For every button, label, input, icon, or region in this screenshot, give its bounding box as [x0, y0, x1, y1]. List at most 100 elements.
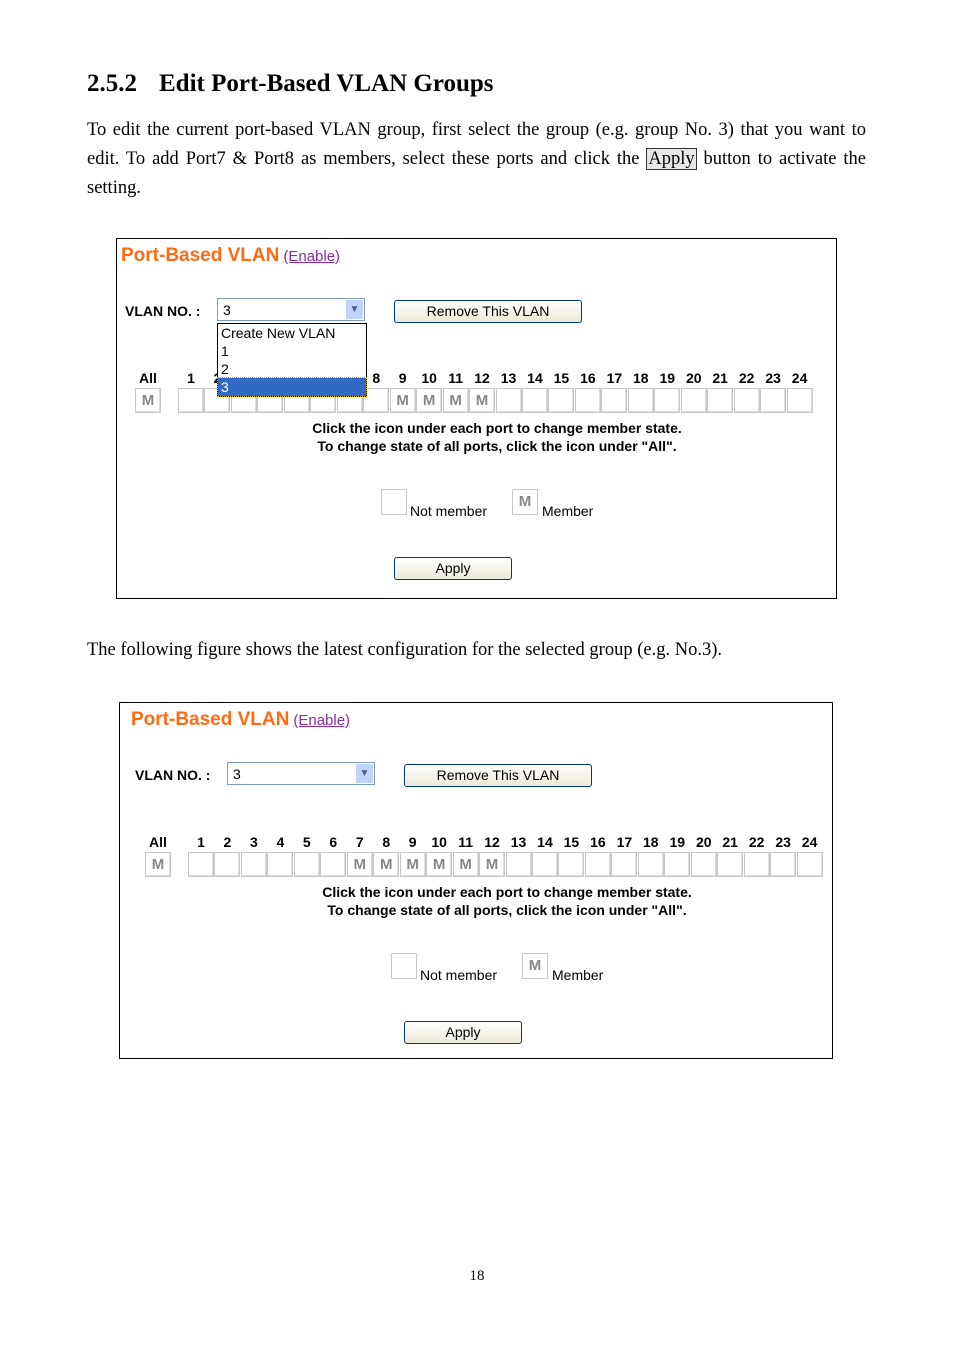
- port-label: 3: [250, 834, 258, 850]
- port-label: 18: [643, 834, 659, 850]
- port-24-member-toggle[interactable]: [796, 852, 823, 877]
- port-16-member-toggle[interactable]: [574, 388, 601, 413]
- all-member-toggle[interactable]: M: [145, 852, 171, 877]
- port-9-member-toggle[interactable]: M: [389, 388, 416, 413]
- section-number: 2.5.2: [87, 70, 137, 97]
- member-legend-label: Member: [552, 967, 604, 983]
- port-24-member-toggle[interactable]: [786, 388, 813, 413]
- panel-title: Port-Based VLAN (Enable): [121, 245, 340, 267]
- chevron-down-icon[interactable]: ▼: [356, 764, 373, 783]
- vlan-option[interactable]: 2: [218, 360, 366, 378]
- title-text: Port-Based VLAN: [131, 709, 290, 730]
- port-19-member-toggle[interactable]: [664, 852, 691, 877]
- port-label: 24: [801, 834, 818, 850]
- instruction-2: To change state of all ports, click the …: [327, 902, 687, 918]
- port-13-member-toggle[interactable]: [495, 388, 522, 413]
- apply-reference: Apply: [646, 148, 697, 170]
- port-label: 22: [738, 370, 755, 386]
- port-label: 2: [223, 834, 232, 850]
- port-15-member-toggle[interactable]: [558, 852, 585, 877]
- port-label: 8: [382, 834, 391, 850]
- port-17-member-toggle[interactable]: [611, 852, 638, 877]
- port-23-member-toggle[interactable]: [760, 388, 787, 413]
- port-19-member-toggle[interactable]: [654, 388, 681, 413]
- port-label: 23: [765, 370, 781, 386]
- vlan-select[interactable]: 3 ▼: [227, 762, 375, 785]
- remove-vlan-button[interactable]: Remove This VLAN: [394, 300, 582, 323]
- port-10-member-toggle[interactable]: M: [416, 388, 443, 413]
- instruction-1: Click the icon under each port to change…: [312, 420, 682, 436]
- selected-value: 3: [223, 302, 231, 318]
- enable-link[interactable]: (Enable): [283, 248, 340, 265]
- port-6-member-toggle[interactable]: [320, 852, 347, 877]
- chevron-down-icon[interactable]: ▼: [346, 300, 363, 319]
- port-8-member-toggle[interactable]: M: [373, 852, 400, 877]
- port-20-member-toggle[interactable]: [680, 388, 707, 413]
- port-22-member-toggle[interactable]: [733, 388, 760, 413]
- port-label: 21: [722, 834, 738, 850]
- all-label: All: [149, 834, 167, 850]
- port-label: 14: [527, 370, 543, 386]
- port-label: 1: [187, 370, 195, 386]
- instruction-1: Click the icon under each port to change…: [322, 884, 692, 900]
- vlan-option[interactable]: 1: [218, 342, 366, 360]
- port-2-member-toggle[interactable]: [214, 852, 241, 877]
- vlan-no-label: VLAN NO. :: [125, 303, 201, 319]
- port-label: 9: [408, 834, 417, 850]
- selected-value: 3: [233, 766, 241, 782]
- port-18-member-toggle[interactable]: [637, 852, 664, 877]
- port-label: 10: [421, 370, 437, 386]
- port-21-member-toggle[interactable]: [707, 388, 734, 413]
- vlan-option[interactable]: 3: [217, 377, 367, 397]
- port-label: 24: [791, 370, 808, 386]
- port-4-member-toggle[interactable]: [267, 852, 294, 877]
- port-12-member-toggle[interactable]: M: [479, 852, 506, 877]
- port-12-member-toggle[interactable]: M: [469, 388, 496, 413]
- port-17-member-toggle[interactable]: [601, 388, 628, 413]
- port-9-member-toggle[interactable]: M: [399, 852, 426, 877]
- all-member-toggle[interactable]: M: [135, 388, 161, 413]
- port-label: 13: [500, 370, 517, 386]
- port-20-member-toggle[interactable]: [690, 852, 717, 877]
- port-label: 16: [580, 370, 596, 386]
- port-10-member-toggle[interactable]: M: [426, 852, 453, 877]
- enable-link[interactable]: (Enable): [293, 712, 350, 729]
- port-label: 21: [712, 370, 728, 386]
- figure-1: Port-Based VLAN (Enable) VLAN NO. : 3 ▼ Re…: [116, 238, 837, 599]
- port-13-member-toggle[interactable]: [505, 852, 532, 877]
- port-14-member-toggle[interactable]: [521, 388, 548, 413]
- apply-button[interactable]: Apply: [394, 557, 512, 580]
- port-1-member-toggle[interactable]: [188, 852, 214, 877]
- vlan-select[interactable]: 3 ▼: [217, 298, 365, 321]
- port-23-member-toggle[interactable]: [770, 852, 797, 877]
- port-18-member-toggle[interactable]: [627, 388, 654, 413]
- port-11-member-toggle[interactable]: M: [452, 852, 479, 877]
- port-label: 11: [458, 834, 473, 850]
- panel-title: Port-Based VLAN (Enable): [131, 709, 350, 731]
- vlan-option[interactable]: Create New VLAN: [218, 324, 366, 342]
- port-14-member-toggle[interactable]: [531, 852, 558, 877]
- port-5-member-toggle[interactable]: [293, 852, 320, 877]
- port-1-member-toggle[interactable]: [178, 388, 204, 413]
- port-8-member-toggle[interactable]: [363, 388, 390, 413]
- vlan-no-label: VLAN NO. :: [135, 767, 211, 783]
- member-legend-icon: M: [522, 953, 548, 979]
- port-label: 7: [355, 834, 364, 850]
- port-21-member-toggle[interactable]: [717, 852, 744, 877]
- remove-vlan-button[interactable]: Remove This VLAN: [404, 764, 592, 787]
- member-legend-icon: M: [512, 489, 538, 515]
- port-3-member-toggle[interactable]: [240, 852, 267, 877]
- port-22-member-toggle[interactable]: [743, 852, 770, 877]
- port-11-member-toggle[interactable]: M: [442, 388, 469, 413]
- port-label: 12: [474, 370, 490, 386]
- port-7-member-toggle[interactable]: M: [346, 852, 373, 877]
- port-label: 9: [398, 370, 407, 386]
- port-label: 4: [276, 834, 285, 850]
- apply-button[interactable]: Apply: [404, 1021, 522, 1044]
- not-member-legend-label: Not member: [420, 967, 498, 983]
- port-15-member-toggle[interactable]: [548, 388, 575, 413]
- paragraph-1: To edit the current port-based VLAN grou…: [87, 116, 866, 203]
- port-16-member-toggle[interactable]: [584, 852, 611, 877]
- not-member-legend-label: Not member: [410, 503, 488, 519]
- all-label: All: [139, 370, 157, 386]
